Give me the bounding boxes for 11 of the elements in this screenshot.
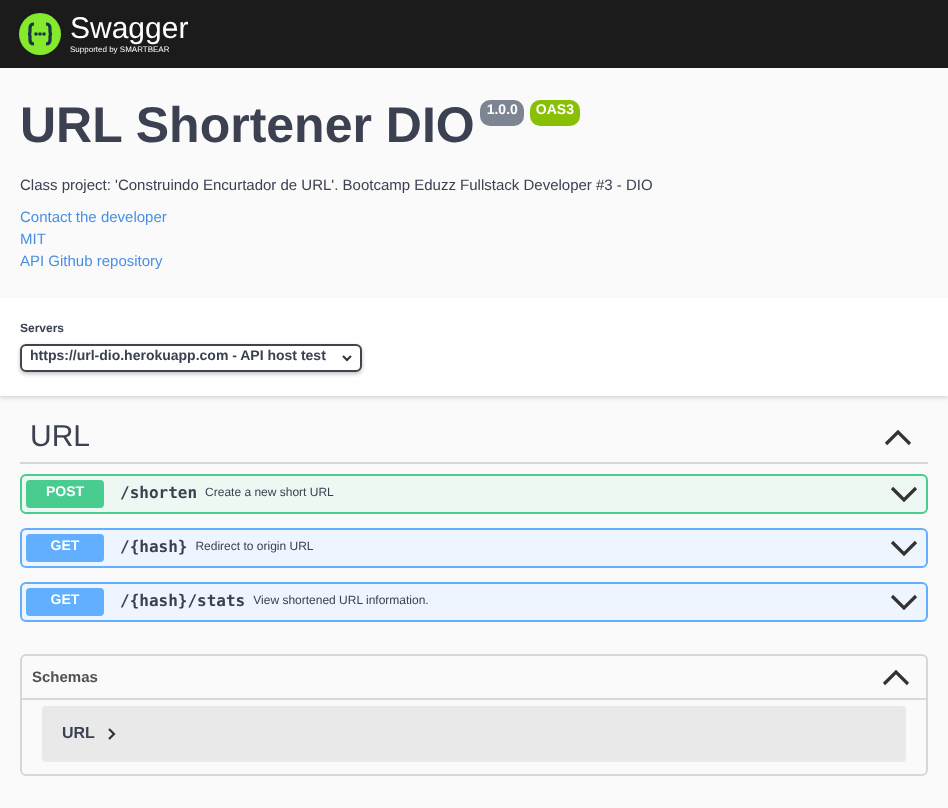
dropdown-icon	[341, 354, 352, 363]
logo-icon	[18, 12, 62, 56]
operation-path: /{hash}	[120, 536, 188, 561]
tag-name: URL	[30, 417, 91, 457]
operation-path: /shorten	[120, 482, 198, 507]
model-name: URL	[62, 722, 95, 747]
schema-model[interactable]: URL	[42, 706, 906, 763]
tag-header[interactable]: URL	[20, 412, 928, 465]
api-title: URL Shortener DIO	[20, 96, 475, 156]
operation-path: /{hash}/stats	[120, 590, 246, 615]
brand-name: Swagger	[70, 14, 189, 44]
